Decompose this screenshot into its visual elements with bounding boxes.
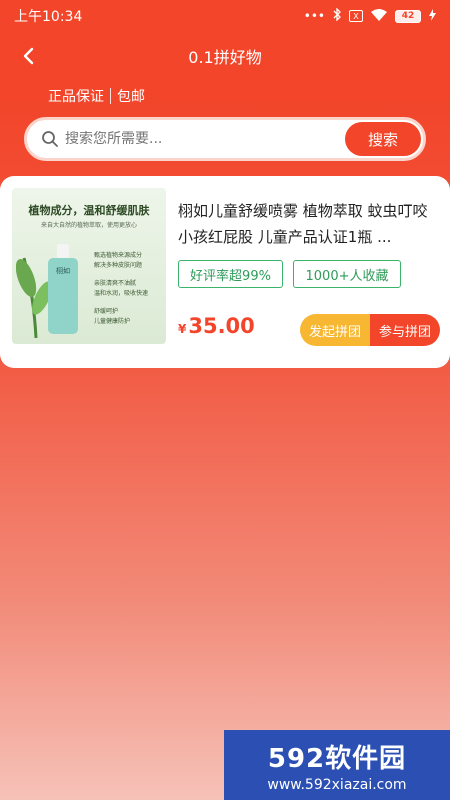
favorites-tag: 1000+人收藏 (293, 260, 401, 288)
bottle-brand: 栩如 (56, 267, 70, 275)
product-title[interactable]: 栩如儿童舒缓喷雾 植物萃取 蚊虫叮咬 小孩红屁股 儿童产品认证1瓶 ... (178, 198, 440, 250)
search-bar: 搜索 (24, 117, 426, 161)
watermark-url: www.592xiazai.com (267, 776, 407, 793)
charging-icon (429, 8, 436, 24)
more-icon: ••• (303, 9, 325, 23)
sim-icon: X (349, 10, 363, 22)
group-buy-buttons: 发起拼团 参与拼团 (300, 314, 440, 346)
page-title: 0.1拼好物 (188, 48, 262, 67)
image-feature-3: 亲肤清爽不油腻 (94, 280, 137, 287)
product-image[interactable]: 植物成分，温和舒缓肌肤 来自大自然的植物萃取，使用更放心 栩如 甄选植物来源成分… (12, 188, 166, 344)
rating-tag: 好评率超99% (178, 260, 283, 288)
search-icon (42, 131, 58, 147)
guarantee-authentic: 正品保证 (48, 89, 104, 105)
status-bar: 上午10:34 ••• X 42 (0, 0, 450, 32)
currency-symbol: ¥ (178, 322, 187, 336)
wifi-icon (371, 8, 387, 24)
image-headline: 植物成分，温和舒缓肌肤 (28, 204, 150, 217)
image-feature-5: 舒缓呵护 (94, 308, 119, 315)
product-card[interactable]: 植物成分，温和舒缓肌肤 来自大自然的植物萃取，使用更放心 栩如 甄选植物来源成分… (0, 176, 450, 368)
image-feature-1: 甄选植物来源成分 (94, 252, 143, 259)
chevron-left-icon (23, 47, 34, 65)
product-price: ¥35.00 (178, 314, 255, 338)
bluetooth-icon (333, 7, 341, 24)
status-icons: ••• X 42 (303, 7, 436, 24)
divider (110, 88, 111, 104)
spray-bottle: 栩如 (48, 244, 78, 334)
start-group-button[interactable]: 发起拼团 (300, 314, 370, 346)
join-group-button[interactable]: 参与拼团 (370, 314, 440, 346)
watermark: 592软件园 www.592xiazai.com (224, 730, 450, 800)
guarantee-row: 正品保证 包邮 (48, 86, 145, 106)
image-feature-4: 温和水润，吸收快速 (94, 290, 149, 297)
battery-icon: 42 (395, 9, 421, 23)
status-time: 上午10:34 (14, 9, 83, 25)
image-feature-2: 解决多种皮肤问题 (94, 262, 143, 269)
watermark-brand: 592软件园 (267, 743, 407, 774)
image-subline: 来自大自然的植物萃取，使用更放心 (40, 222, 137, 229)
image-feature-6: 儿童健康防护 (94, 318, 131, 325)
nav-bar: 0.1拼好物 (0, 36, 450, 76)
search-button[interactable]: 搜索 (345, 122, 421, 156)
back-button[interactable] (14, 42, 42, 70)
guarantee-free-shipping: 包邮 (117, 89, 145, 105)
price-value: 35.00 (188, 314, 255, 338)
